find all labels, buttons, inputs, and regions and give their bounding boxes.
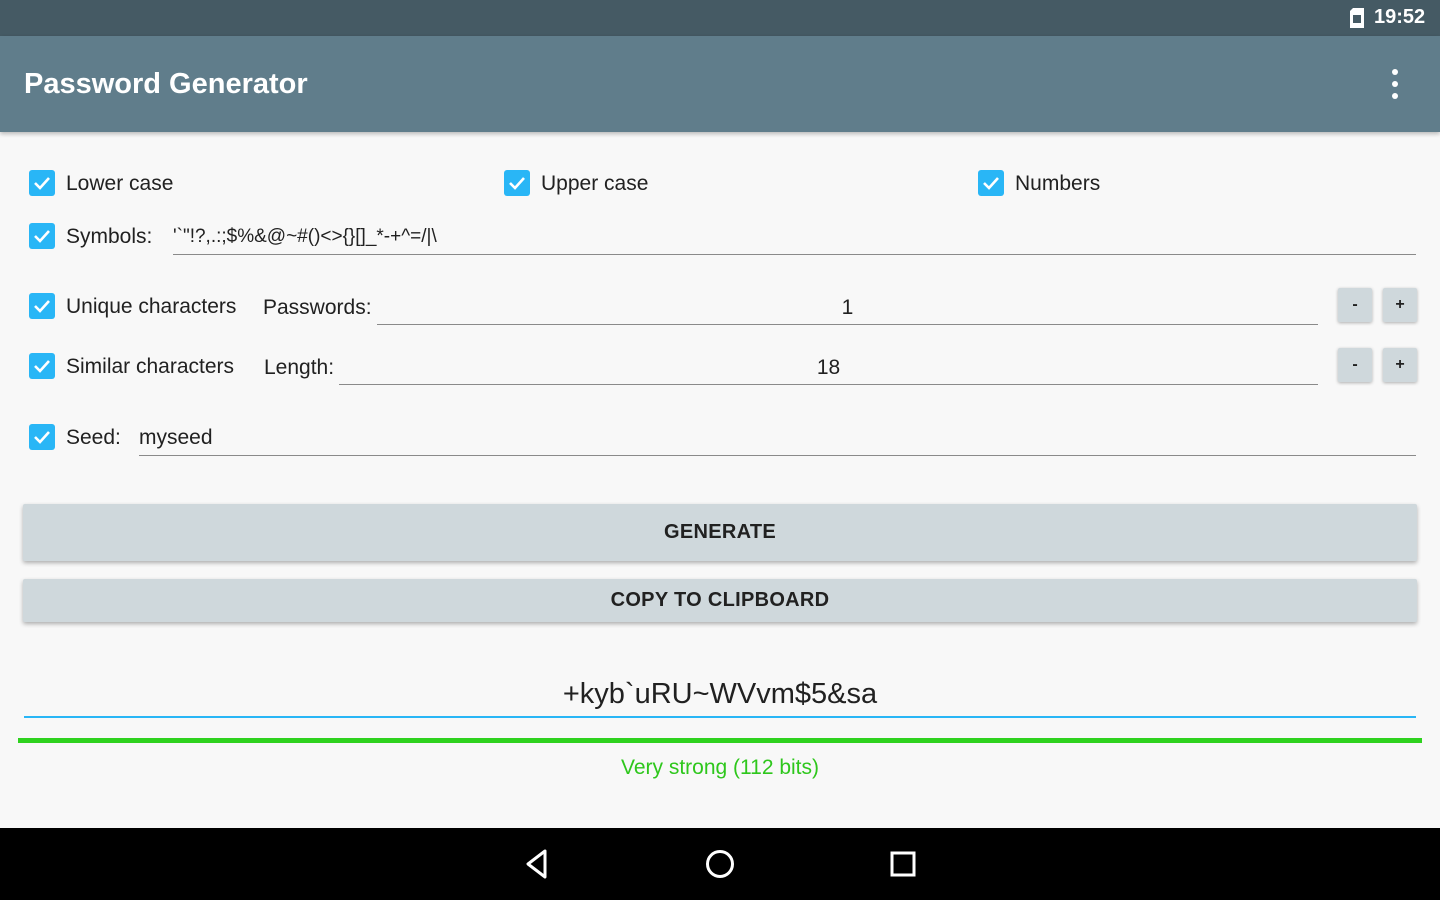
passwords-label: Passwords:	[263, 296, 372, 319]
app-title: Password Generator	[24, 68, 308, 100]
sim-card-icon	[1350, 8, 1364, 28]
seed-field[interactable]: myseed	[139, 422, 1416, 456]
symbols-label: Symbols:	[66, 225, 153, 248]
home-circle-icon[interactable]	[702, 846, 738, 882]
length-increment-button[interactable]: +	[1383, 348, 1417, 382]
similar-characters-label: Similar characters	[66, 355, 235, 378]
numbers-checkbox[interactable]	[978, 170, 1004, 196]
symbols-checkbox[interactable]	[29, 223, 55, 249]
passwords-decrement-button[interactable]: -	[1338, 288, 1372, 322]
password-output[interactable]: +kyb`uRU~WVvm$5&sa	[24, 672, 1416, 718]
upper-case-label: Upper case	[541, 172, 649, 195]
recents-square-icon[interactable]	[885, 846, 921, 882]
checkmark-icon	[509, 177, 525, 190]
lower-case-checkbox[interactable]	[29, 170, 55, 196]
unique-characters-checkbox[interactable]	[29, 293, 55, 319]
symbols-field[interactable]: '`"!?,.:;$%&@~#()<>{}[]_*-+^=/|\	[173, 222, 1416, 255]
checkmark-icon	[34, 431, 50, 444]
seed-label: Seed:	[66, 426, 121, 449]
app-bar: Password Generator	[0, 36, 1440, 132]
similar-characters-checkbox[interactable]	[29, 353, 55, 379]
back-triangle-icon[interactable]	[520, 846, 556, 882]
overflow-menu-icon[interactable]	[1383, 66, 1407, 102]
status-time: 19:52	[1374, 6, 1426, 28]
upper-case-checkbox[interactable]	[504, 170, 530, 196]
passwords-increment-button[interactable]: +	[1383, 288, 1417, 322]
checkmark-icon	[34, 300, 50, 313]
checkmark-icon	[34, 177, 50, 190]
navigation-bar	[0, 828, 1440, 900]
checkmark-icon	[34, 360, 50, 373]
copy-to-clipboard-button[interactable]: COPY TO CLIPBOARD	[23, 579, 1417, 622]
checkmark-icon	[34, 230, 50, 243]
checkmark-icon	[983, 177, 999, 190]
seed-checkbox[interactable]	[29, 424, 55, 450]
generate-button[interactable]: GENERATE	[23, 504, 1417, 561]
unique-characters-label: Unique characters	[66, 295, 237, 318]
numbers-label: Numbers	[1015, 172, 1101, 195]
passwords-count-field[interactable]: 1	[377, 292, 1318, 325]
strength-text: Very strong (112 bits)	[620, 756, 820, 779]
length-decrement-button[interactable]: -	[1338, 348, 1372, 382]
length-label: Length:	[264, 356, 335, 379]
strength-meter	[18, 738, 1422, 743]
status-bar: 19:52	[0, 0, 1440, 36]
length-field[interactable]: 18	[339, 352, 1318, 385]
lower-case-label: Lower case	[66, 172, 174, 195]
